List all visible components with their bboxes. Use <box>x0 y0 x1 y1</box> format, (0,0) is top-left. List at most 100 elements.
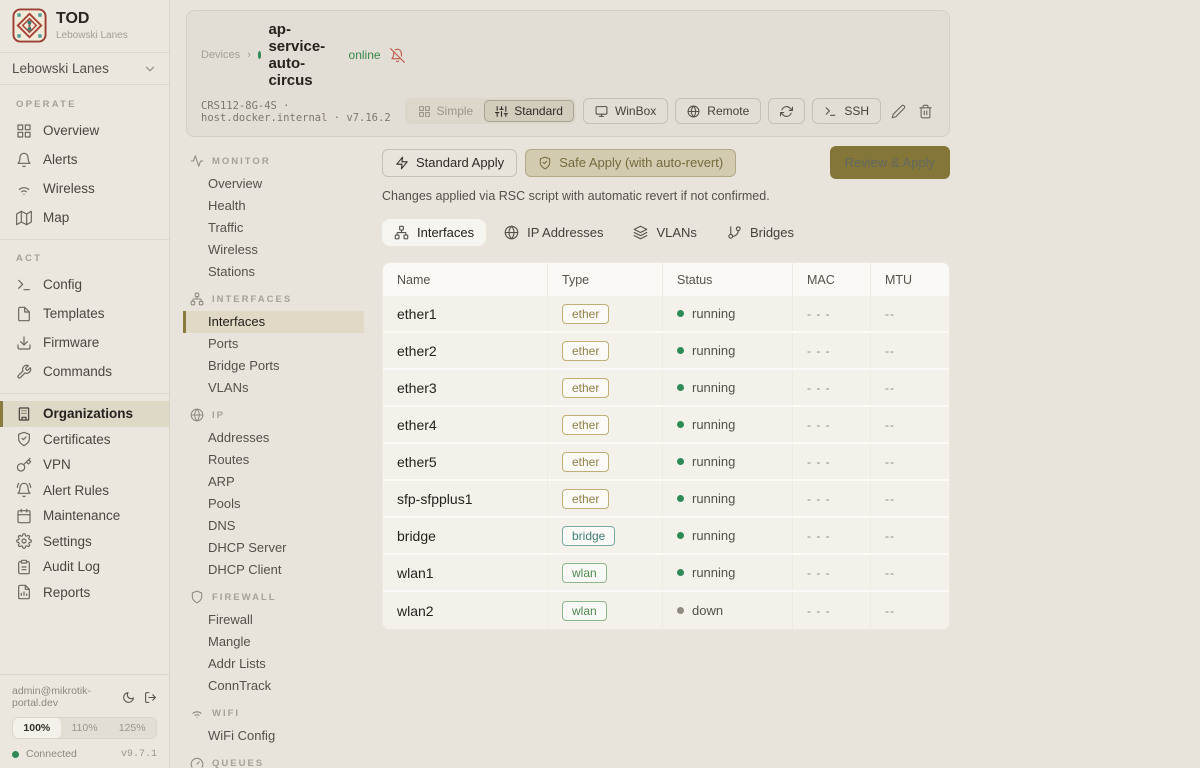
device-status-badge: online <box>349 48 381 62</box>
status-dot <box>677 310 684 317</box>
nav-section-operate: OPERATE <box>0 93 169 116</box>
sidebar-item-map[interactable]: Map <box>0 203 169 232</box>
sidebar-item-templates[interactable]: Templates <box>0 299 169 328</box>
terminal-icon <box>16 277 32 293</box>
safe-apply-button[interactable]: Safe Apply (with auto-revert) <box>525 149 736 177</box>
nav-section-act: ACT <box>0 247 169 270</box>
view-mode-toggle: Simple Standard <box>405 98 576 124</box>
sidebar-item-firmware[interactable]: Firmware <box>0 328 169 357</box>
config-tabs: Interfaces IP Addresses VLANs Bridges <box>382 219 950 246</box>
subnav-item-traffic[interactable]: Traffic <box>183 217 364 239</box>
zoom-100-button[interactable]: 100% <box>13 718 61 738</box>
breadcrumb-devices-link[interactable]: Devices <box>201 49 240 61</box>
subnav-section-interfaces: INTERFACES <box>190 292 382 306</box>
sidebar-item-alert-rules[interactable]: Alert Rules <box>0 478 169 504</box>
org-selector[interactable]: Lebowski Lanes <box>0 53 169 85</box>
wrench-icon <box>16 364 32 380</box>
subnav-item-mangle[interactable]: Mangle <box>183 631 364 653</box>
logout-icon[interactable] <box>144 691 157 704</box>
subnav-item-addr-lists[interactable]: Addr Lists <box>183 653 364 675</box>
tab-vlans[interactable]: VLANs <box>621 219 708 246</box>
table-row-ether3[interactable]: ether3 ether running - - - -- <box>383 370 949 407</box>
subnav-item-pools[interactable]: Pools <box>183 493 364 515</box>
sidebar-item-wireless[interactable]: Wireless <box>0 174 169 203</box>
table-row-sfp-sfpplus1[interactable]: sfp-sfpplus1 ether running - - - -- <box>383 481 949 518</box>
subnav-item-bridge-ports[interactable]: Bridge Ports <box>183 355 364 377</box>
breadcrumb: Devices › ap-service-auto-circus online <box>201 21 405 89</box>
workspace: Devices › ap-service-auto-circus online … <box>170 0 1200 768</box>
table-row-ether4[interactable]: ether4 ether running - - - -- <box>383 407 949 444</box>
globe-icon <box>190 408 204 422</box>
type-badge: ether <box>562 304 609 324</box>
tab-interfaces[interactable]: Interfaces <box>382 219 486 246</box>
winbox-button[interactable]: WinBox <box>583 98 668 124</box>
clipboard-icon <box>16 559 32 575</box>
sidebar-item-organizations[interactable]: Organizations <box>0 401 169 427</box>
network-icon <box>190 292 204 306</box>
view-mode-standard[interactable]: Standard <box>484 100 574 122</box>
subnav-item-arp[interactable]: ARP <box>183 471 364 493</box>
subnav-item-firewall[interactable]: Firewall <box>183 609 364 631</box>
subnav-item-dhcp-server[interactable]: DHCP Server <box>183 537 364 559</box>
zoom-125-button[interactable]: 125% <box>108 718 156 738</box>
remote-button[interactable]: Remote <box>675 98 761 124</box>
table-row-wlan1[interactable]: wlan1 wlan running - - - -- <box>383 555 949 592</box>
table-row-ether1[interactable]: ether1 ether running - - - -- <box>383 296 949 333</box>
divider <box>0 239 169 240</box>
wifi-icon <box>16 181 32 197</box>
zoom-110-button[interactable]: 110% <box>61 718 109 738</box>
subnav-item-wireless[interactable]: Wireless <box>183 239 364 261</box>
subnav-item-vlans[interactable]: VLANs <box>183 377 364 399</box>
tab-ip-addresses[interactable]: IP Addresses <box>492 219 615 246</box>
subnav-item-stations[interactable]: Stations <box>183 261 364 283</box>
delete-device-button[interactable] <box>915 98 935 124</box>
sidebar-item-maintenance[interactable]: Maintenance <box>0 503 169 529</box>
apply-toolbar: Standard Apply Safe Apply (with auto-rev… <box>382 146 950 179</box>
globe-icon <box>687 105 700 118</box>
grid-icon <box>418 105 431 118</box>
ssh-button[interactable]: SSH <box>812 98 881 124</box>
refresh-icon <box>780 105 793 118</box>
bell-off-icon[interactable] <box>390 48 405 63</box>
subnav-item-conntrack[interactable]: ConnTrack <box>183 675 364 697</box>
sidebar-item-config[interactable]: Config <box>0 270 169 299</box>
sidebar-item-overview[interactable]: Overview <box>0 116 169 145</box>
sidebar-item-settings[interactable]: Settings <box>0 529 169 555</box>
table-row-ether2[interactable]: ether2 ether running - - - -- <box>383 333 949 370</box>
table-row-wlan2[interactable]: wlan2 wlan down - - - -- <box>383 592 949 629</box>
sidebar-item-commands[interactable]: Commands <box>0 357 169 386</box>
type-badge: bridge <box>562 526 615 546</box>
subnav-item-interfaces[interactable]: Interfaces <box>183 311 364 333</box>
subnav-item-dns[interactable]: DNS <box>183 515 364 537</box>
sidebar-item-vpn[interactable]: VPN <box>0 452 169 478</box>
subnav-item-overview[interactable]: Overview <box>183 173 364 195</box>
table-row-ether5[interactable]: ether5 ether running - - - -- <box>383 444 949 481</box>
sliders-icon <box>495 105 508 118</box>
interfaces-table: Name Type Status MAC MTU ether1 ether ru… <box>382 262 950 630</box>
sidebar-item-alerts[interactable]: Alerts <box>0 145 169 174</box>
edit-device-button[interactable] <box>888 98 908 124</box>
sidebar-footer: admin@mikrotik-portal.dev 100% 110% 125%… <box>0 674 169 768</box>
subnav-item-addresses[interactable]: Addresses <box>183 427 364 449</box>
sidebar-item-reports[interactable]: Reports <box>0 580 169 606</box>
brand: TOD Lebowski Lanes <box>0 0 169 53</box>
review-apply-button[interactable]: Review & Apply <box>830 146 950 179</box>
refresh-button[interactable] <box>768 98 805 124</box>
sidebar-item-certificates[interactable]: Certificates <box>0 427 169 453</box>
subnav-item-ports[interactable]: Ports <box>183 333 364 355</box>
subnav-section-ip: IP <box>190 408 382 422</box>
bell-icon <box>16 152 32 168</box>
account-email: admin@mikrotik-portal.dev <box>12 685 113 709</box>
sidebar-item-audit-log[interactable]: Audit Log <box>0 554 169 580</box>
standard-apply-button[interactable]: Standard Apply <box>382 149 517 177</box>
moon-icon[interactable] <box>122 691 135 704</box>
download-icon <box>16 335 32 351</box>
view-mode-simple[interactable]: Simple <box>407 100 485 122</box>
subnav-item-health[interactable]: Health <box>183 195 364 217</box>
grid-icon <box>16 123 32 139</box>
tab-bridges[interactable]: Bridges <box>715 219 806 246</box>
subnav-item-routes[interactable]: Routes <box>183 449 364 471</box>
subnav-item-dhcp-client[interactable]: DHCP Client <box>183 559 364 581</box>
subnav-item-wifi-config[interactable]: WiFi Config <box>183 725 364 747</box>
table-row-bridge[interactable]: bridge bridge running - - - -- <box>383 518 949 555</box>
